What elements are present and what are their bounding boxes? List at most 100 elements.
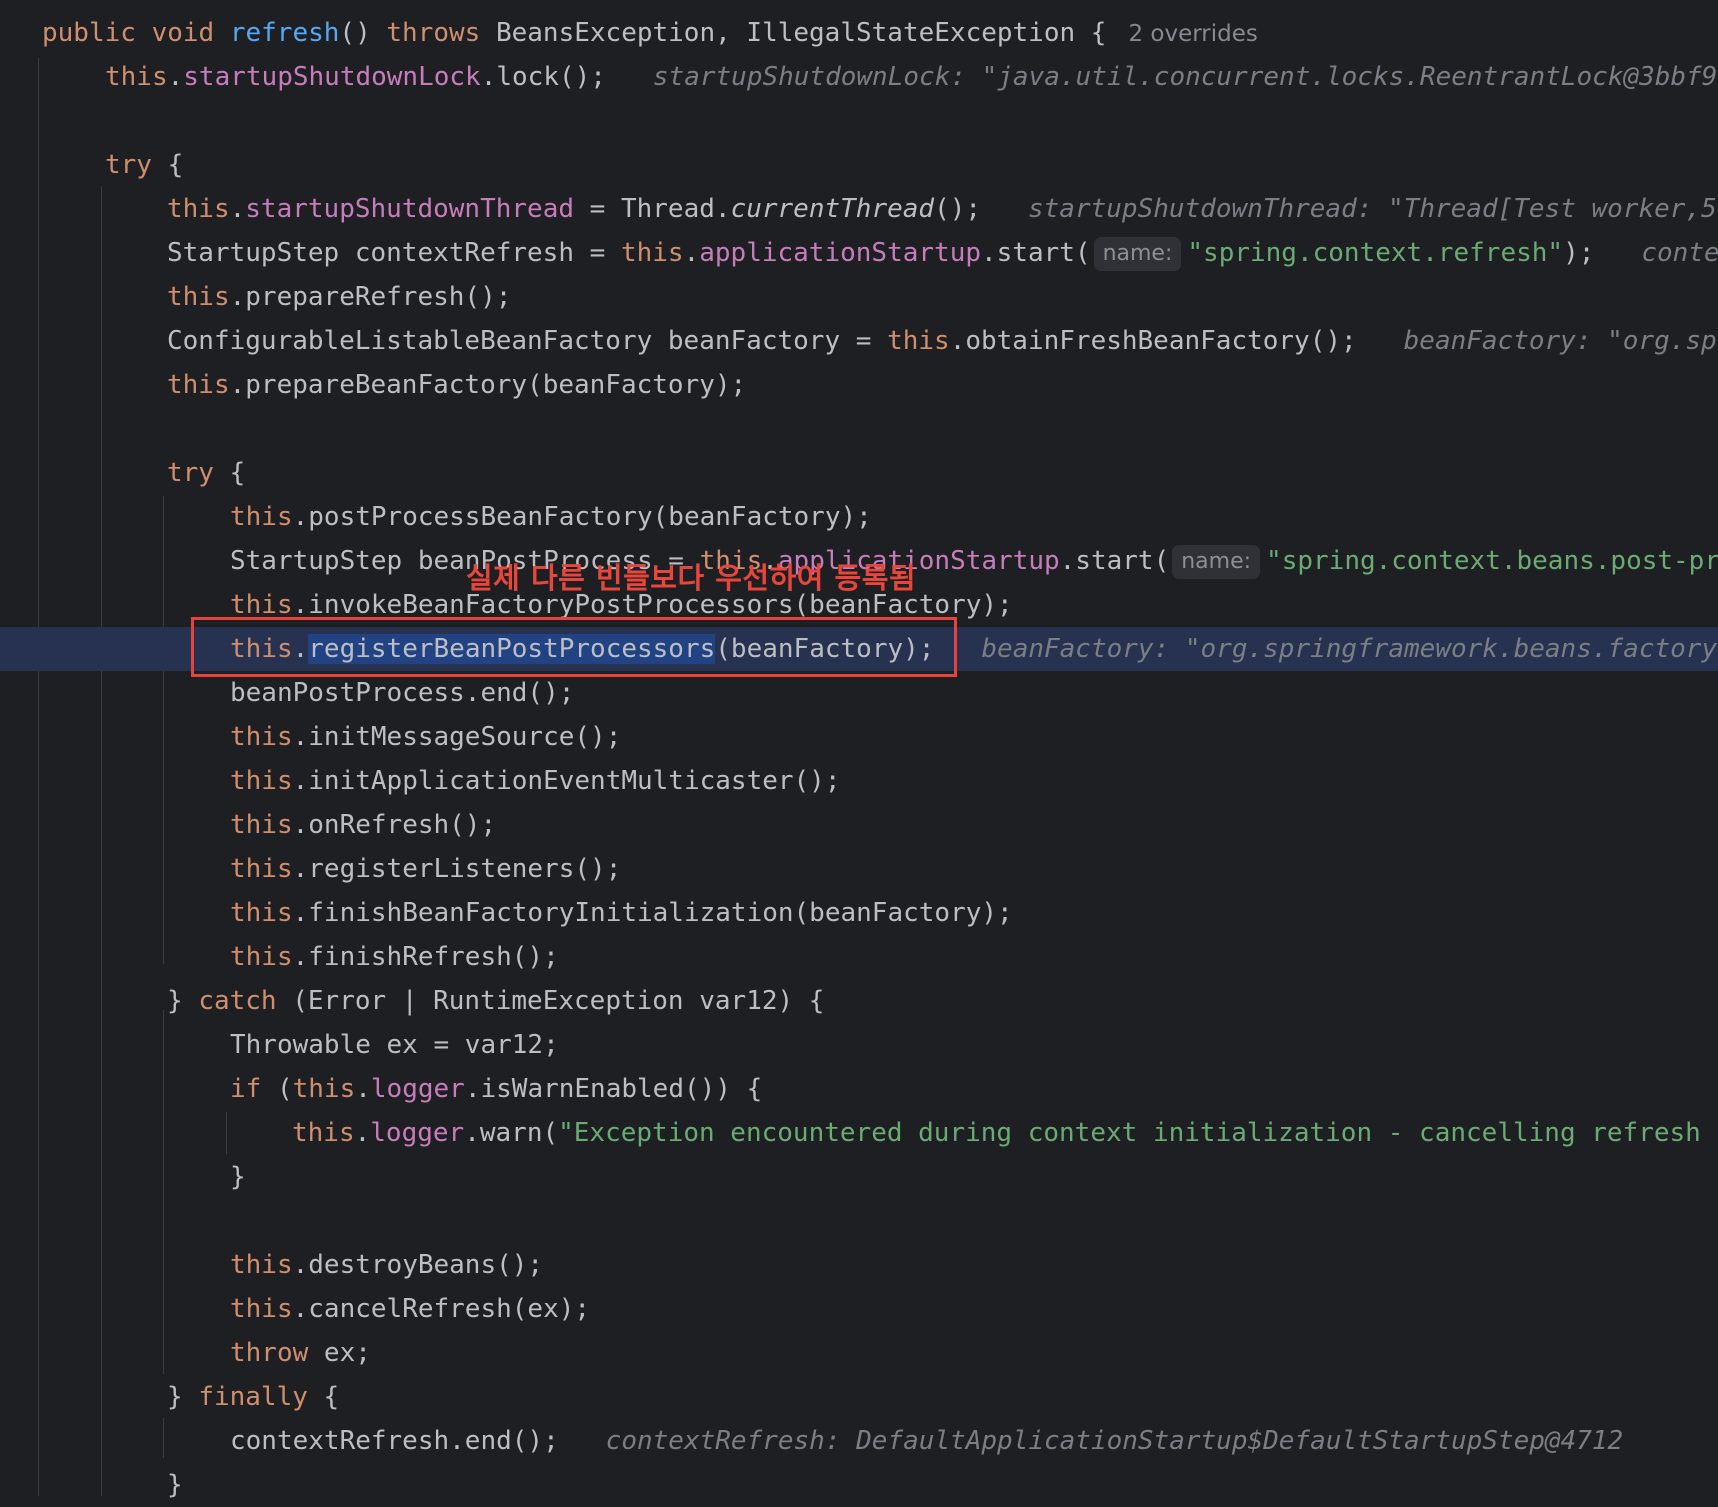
code-line[interactable]: } finally { [0,1375,1718,1419]
keyword-token: public void [42,18,230,48]
code-token: (Error | RuntimeException var12) { [276,986,825,1016]
code-line[interactable]: public void refresh() throws BeansExcept… [0,11,1718,55]
code-text: beanPostProcess.end(); [230,671,574,715]
code-line[interactable] [0,1199,1718,1243]
keyword-token: this [230,766,293,796]
code-line[interactable]: beanPostProcess.end(); [0,671,1718,715]
code-line[interactable]: this.startupShutdownLock.lock(); startup… [0,55,1718,99]
keyword-token: this [620,238,684,268]
code-line[interactable]: this.cancelRefresh(ex); [0,1287,1718,1331]
code-text: this.initMessageSource(); [230,715,621,759]
code-line[interactable]: if (this.logger.isWarnEnabled()) { [0,1067,1718,1111]
code-token: beanPostProcess.end(); [230,678,575,708]
inline-value-hint: contex [1641,238,1718,268]
code-text: this.registerListeners(); [230,847,621,891]
code-text: this.logger.warn("Exception encountered … [292,1111,1718,1155]
keyword-token: if [230,1074,262,1104]
code-token: ex; [308,1338,371,1368]
keyword-token: this [230,810,293,840]
code-line[interactable] [0,99,1718,143]
keyword-token: this [230,898,293,928]
code-text: Throwable ex = var12; [230,1023,559,1067]
annotation-text: 실제 다른 빈들보다 우선하여 등록됨 [466,561,917,595]
code-line[interactable]: this.finishRefresh(); [0,935,1718,979]
code-line[interactable]: this.prepareRefresh(); [0,275,1718,319]
code-text: contextRefresh.end(); contextRefresh: De… [230,1419,1623,1463]
overrides-hint[interactable]: 2 overrides [1128,21,1257,47]
code-token: .finishRefresh(); [292,942,559,972]
static-method-token: currentThread [730,194,935,224]
code-token: . [683,238,700,268]
field-token: startupShutdownLock [183,62,481,92]
code-token: ( [261,1074,293,1104]
code-line[interactable]: this.onRefresh(); [0,803,1718,847]
code-editor[interactable]: public void refresh() throws BeansExcept… [0,0,1718,1500]
code-token: .start( [981,238,1091,268]
keyword-token: throw [230,1338,309,1368]
keyword-token: this [167,282,230,312]
code-token: .start( [1059,546,1170,576]
code-token: .onRefresh(); [292,810,497,840]
keyword-token: this [230,1250,293,1280]
code-text: this.postProcessBeanFactory(beanFactory)… [230,495,872,539]
code-line[interactable]: this.finishBeanFactoryInitialization(bea… [0,891,1718,935]
code-line[interactable]: this.registerListeners(); [0,847,1718,891]
code-token: .initMessageSource(); [292,722,622,752]
code-token: . [229,194,246,224]
code-line[interactable]: try { [0,143,1718,187]
code-line[interactable]: try { [0,451,1718,495]
keyword-token: this [167,194,230,224]
code-line[interactable]: } [0,1463,1718,1507]
keyword-token: this [105,62,168,92]
keyword-token: this [230,590,293,620]
code-text: this.finishBeanFactoryInitialization(bea… [230,891,1013,935]
code-text: StartupStep beanPostProcess = this.appli… [230,539,1718,583]
code-text: } [230,1155,246,1199]
code-line[interactable]: ConfigurableListableBeanFactory beanFact… [0,319,1718,363]
keyword-token: try [167,458,214,488]
code-token: { [307,1382,340,1412]
code-line[interactable]: Throwable ex = var12; [0,1023,1718,1067]
code-line[interactable]: this.initMessageSource(); [0,715,1718,759]
parameter-hint[interactable]: name: [1172,545,1261,579]
code-line[interactable]: this.initApplicationEventMulticaster(); [0,759,1718,803]
code-line[interactable]: this.postProcessBeanFactory(beanFactory)… [0,495,1718,539]
inline-value-hint: beanFactory: "org.spr [1387,326,1718,356]
code-text: this.finishRefresh(); [230,935,559,979]
code-line[interactable]: } catch (Error | RuntimeException var12)… [0,979,1718,1023]
code-token: . [354,1118,371,1148]
code-line[interactable] [0,407,1718,451]
keyword-token: finally [198,1382,308,1412]
code-token: BeansException, IllegalStateException { [480,18,1107,48]
code-line[interactable]: StartupStep contextRefresh = this.applic… [0,231,1718,275]
code-line[interactable]: this.logger.warn("Exception encountered … [0,1111,1718,1155]
code-line[interactable]: this.destroyBeans(); [0,1243,1718,1287]
code-line[interactable]: } [0,1155,1718,1199]
keyword-token: try [105,150,152,180]
string-token: "spring.context.beans.post-pro [1266,546,1718,576]
parameter-hint[interactable]: name: [1093,237,1182,271]
keyword-token: this [292,1118,355,1148]
code-text: this.onRefresh(); [230,803,496,847]
code-line[interactable]: this.prepareBeanFactory(beanFactory); [0,363,1718,407]
code-token: .finishBeanFactoryInitialization(beanFac… [292,898,1013,928]
highlight-box [191,617,957,677]
keyword-token: throws [386,18,481,48]
field-token: logger [370,1118,465,1148]
code-token: .lock(); [480,62,638,92]
code-line[interactable]: this.startupShutdownThread = Thread.curr… [0,187,1718,231]
code-text: } finally { [167,1375,339,1419]
keyword-token: this [167,370,230,400]
code-text: try { [167,451,245,495]
code-line[interactable]: contextRefresh.end(); contextRefresh: De… [0,1419,1718,1463]
inline-value-hint: startupShutdownThread: "Thread[Test work… [1012,194,1718,224]
code-token: StartupStep contextRefresh = [167,238,621,268]
code-text: this.startupShutdownLock.lock(); startup… [105,55,1718,99]
method-name-token: refresh [229,18,340,48]
code-token: ); [1563,238,1626,268]
code-token: .registerListeners(); [292,854,622,884]
code-token: . [167,62,184,92]
code-text: if (this.logger.isWarnEnabled()) { [230,1067,762,1111]
code-line[interactable]: throw ex; [0,1331,1718,1375]
code-token: Throwable ex = var12; [230,1030,559,1060]
